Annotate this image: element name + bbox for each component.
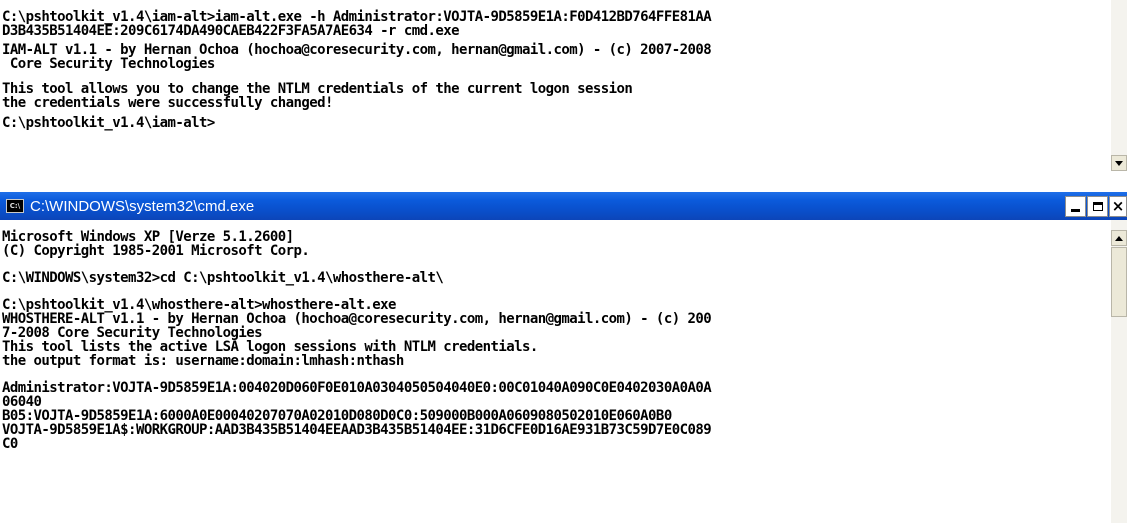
minimize-icon [1071, 208, 1080, 212]
scroll-down-button[interactable] [1111, 155, 1127, 171]
maximize-button[interactable] [1087, 196, 1108, 217]
console-line: C0 [2, 436, 18, 452]
console-line: B05:VOJTA-9D5859E1A:6000A0E00040207070A0… [2, 408, 672, 424]
arrow-down-icon [1115, 160, 1123, 166]
cmd-scrollbar[interactable] [1111, 220, 1127, 523]
console-line: This tool lists the active LSA logon ses… [2, 339, 538, 355]
arrow-up-icon [1115, 235, 1123, 241]
console-line: WHOSTHERE-ALT v1.1 - by Hernan Ochoa (ho… [2, 311, 712, 327]
window-title: C:\WINDOWS\system32\cmd.exe [30, 198, 255, 215]
console-line: Administrator:VOJTA-9D5859E1A:004020D060… [2, 380, 712, 396]
background-console-scrollbar[interactable] [1111, 0, 1127, 171]
console-line: Core Security Technologies [2, 56, 215, 72]
console-app-icon[interactable]: C:\ [6, 199, 24, 213]
scroll-thumb[interactable] [1111, 247, 1127, 317]
background-console-window: C:\pshtoolkit_v1.4\iam-alt>iam-alt.exe -… [0, 0, 1127, 171]
console-line: C:\pshtoolkit_v1.4\whosthere-alt>whosthe… [2, 297, 396, 313]
scroll-up-button[interactable] [1111, 230, 1127, 246]
console-app-icon-label: C:\ [9, 201, 21, 210]
console-line: D3B435B51404EE:209C6174DA490CAEB422F3FA5… [2, 23, 460, 39]
background-console-output: C:\pshtoolkit_v1.4\iam-alt>iam-alt.exe -… [2, 9, 712, 130]
maximize-icon [1092, 202, 1103, 211]
console-line: 7-2008 Core Security Technologies [2, 325, 263, 341]
title-bar[interactable]: C:\ C:\WINDOWS\system32\cmd.exe × [0, 192, 1127, 220]
cmd-console-area[interactable]: Microsoft Windows XP [Verze 5.1.2600] (C… [0, 220, 1127, 523]
console-line: VOJTA-9D5859E1A$:WORKGROUP:AAD3B435B5140… [2, 422, 712, 438]
console-line: the credentials were successfully change… [2, 95, 333, 111]
close-icon: × [1111, 197, 1125, 215]
console-line: C:\WINDOWS\system32>cd C:\pshtoolkit_v1.… [2, 270, 444, 286]
console-line: C:\pshtoolkit_v1.4\iam-alt>iam-alt.exe -… [2, 9, 712, 25]
console-prompt[interactable]: C:\pshtoolkit_v1.4\iam-alt> [2, 116, 711, 130]
console-line: (C) Copyright 1985-2001 Microsoft Corp. [2, 243, 310, 259]
cmd-console-output: Microsoft Windows XP [Verze 5.1.2600] (C… [2, 229, 712, 452]
console-line: the output format is: username:domain:lm… [2, 353, 404, 369]
cmd-window: C:\ C:\WINDOWS\system32\cmd.exe × Micros… [0, 192, 1127, 523]
console-line: This tool allows you to change the NTLM … [2, 81, 633, 97]
console-line: Microsoft Windows XP [Verze 5.1.2600] [2, 229, 294, 245]
close-button[interactable]: × [1109, 196, 1127, 217]
window-gap [0, 171, 1127, 192]
minimize-button[interactable] [1065, 196, 1086, 217]
console-line: 06040 [2, 394, 42, 410]
console-line: IAM-ALT v1.1 - by Hernan Ochoa (hochoa@c… [2, 42, 712, 58]
